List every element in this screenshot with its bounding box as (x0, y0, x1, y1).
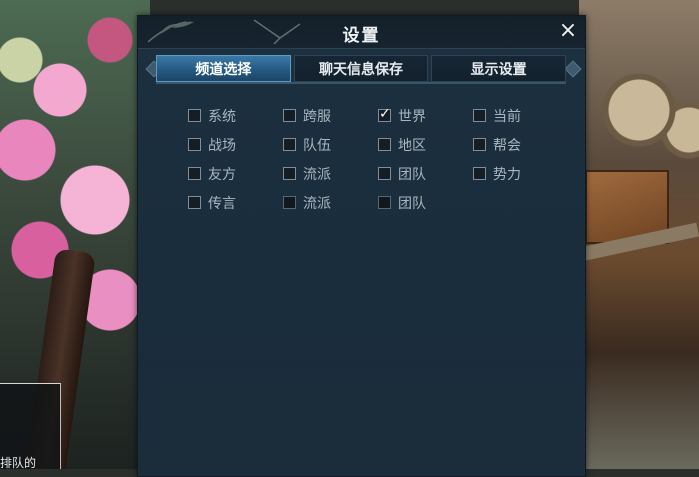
checkbox-disabled[interactable] (283, 196, 296, 209)
channel-option[interactable]: 战场 (188, 136, 283, 154)
channel-label: 世界 (398, 108, 426, 125)
channel-option[interactable]: 友方 (188, 165, 283, 183)
dialog-title: 设置 (342, 26, 381, 46)
queue-text: 排队的 (0, 456, 37, 469)
checkbox[interactable] (188, 109, 201, 122)
channel-option[interactable]: 势力 (473, 165, 568, 183)
checkbox[interactable] (473, 167, 486, 180)
channel-option[interactable]: 团队 (378, 194, 473, 212)
tab-divider (156, 82, 566, 84)
channel-label: 当前 (493, 108, 521, 125)
checkbox[interactable] (188, 167, 201, 180)
checkbox-disabled[interactable] (378, 196, 391, 209)
channel-label: 队伍 (303, 137, 331, 154)
channel-option[interactable]: 流派 (283, 194, 378, 212)
tab-channel-select[interactable]: 频道选择 (156, 55, 291, 82)
channel-option[interactable]: 跨服 (283, 107, 378, 125)
dialog-title-bar[interactable]: 设置 × (138, 16, 585, 49)
channel-label: 友方 (208, 166, 236, 183)
channel-label: 团队 (398, 195, 426, 212)
channel-label: 战场 (208, 137, 236, 154)
channel-label: 传言 (208, 195, 236, 212)
channel-label: 团队 (398, 166, 426, 183)
channel-option[interactable]: 系统 (188, 107, 283, 125)
checkbox[interactable] (188, 138, 201, 151)
tab-display-settings[interactable]: 显示设置 (431, 55, 567, 82)
channel-option[interactable]: 世界 (378, 106, 473, 125)
channel-option[interactable]: 传言 (188, 194, 283, 212)
close-icon[interactable]: × (556, 19, 580, 43)
checkbox[interactable] (473, 138, 486, 151)
checkbox[interactable] (188, 196, 201, 209)
checkbox[interactable] (378, 138, 391, 151)
checkbox[interactable] (283, 138, 296, 151)
tab-chat-save[interactable]: 聊天信息保存 (293, 55, 429, 82)
channel-label: 势力 (493, 166, 521, 183)
checkbox[interactable] (283, 109, 296, 122)
channel-label: 地区 (398, 137, 426, 154)
channel-label: 流派 (303, 166, 331, 183)
channel-option[interactable]: 地区 (378, 136, 473, 154)
checkbox[interactable] (378, 167, 391, 180)
channel-option[interactable]: 团队 (378, 165, 473, 183)
channel-label: 跨服 (303, 108, 331, 125)
channel-options-grid: 系统 跨服 世界 当前 战场 队伍 地区 帮会 友方 流派 团队 势力 传言 流… (188, 106, 568, 212)
channel-label: 系统 (208, 108, 236, 125)
channel-label: 帮会 (493, 137, 521, 154)
channel-option[interactable]: 流派 (283, 165, 378, 183)
tab-ornament-right (564, 60, 582, 78)
channel-label: 流派 (303, 195, 331, 212)
checkbox[interactable] (283, 167, 296, 180)
channel-option[interactable]: 队伍 (283, 136, 378, 154)
channel-option[interactable]: 当前 (473, 107, 568, 125)
checkbox-checked[interactable] (378, 106, 391, 122)
checkbox[interactable] (473, 109, 486, 122)
tab-bar: 频道选择 聊天信息保存 显示设置 (156, 55, 567, 82)
channel-option[interactable]: 帮会 (473, 136, 568, 154)
settings-dialog: 设置 × 频道选择 聊天信息保存 显示设置 系统 跨服 世界 当前 战场 队伍 … (137, 15, 586, 477)
